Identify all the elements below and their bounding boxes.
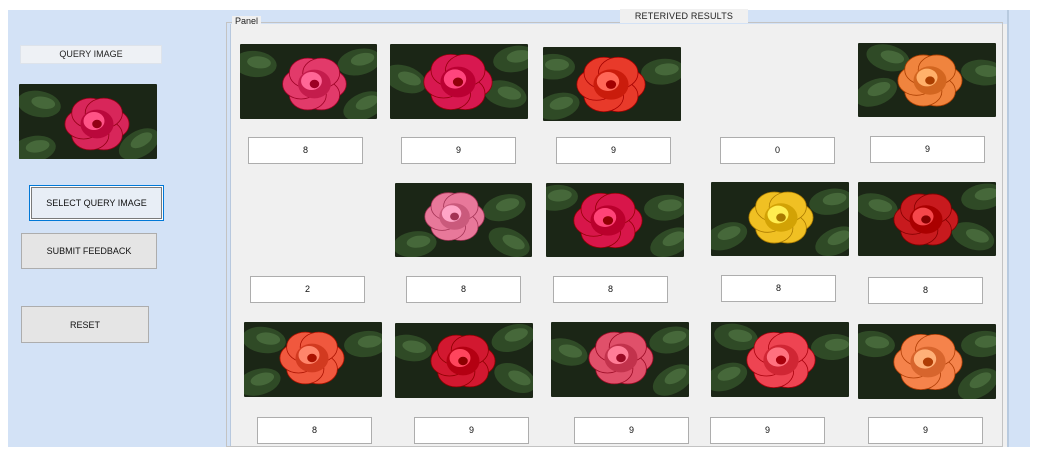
score-field-13[interactable]: 9 [574,417,689,444]
result-image-3 [543,47,681,121]
rose-photo-icon [19,84,157,159]
query-image-label: QUERY IMAGE [20,45,162,64]
query-image [19,84,157,159]
result-image-7 [395,183,532,257]
score-field-9[interactable]: 8 [721,275,836,302]
submit-feedback-button[interactable]: SUBMIT FEEDBACK [21,233,157,269]
result-image-10 [858,182,996,256]
rose-photo-icon [395,183,532,257]
rose-photo-icon [395,323,533,398]
rose-photo-icon [858,182,996,256]
rose-photo-icon [244,322,382,397]
window-edge [1007,10,1009,447]
result-image-12 [395,323,533,398]
score-field-4[interactable]: 0 [720,137,835,164]
score-field-5[interactable]: 9 [870,136,985,163]
score-field-6[interactable]: 2 [250,276,365,303]
result-image-2 [390,44,528,119]
reset-button[interactable]: RESET [21,306,149,343]
retrieved-results-title: RETERIVED RESULTS [620,9,748,23]
rose-photo-icon [858,324,996,399]
score-field-1[interactable]: 8 [248,137,363,164]
score-field-14[interactable]: 9 [710,417,825,444]
rose-photo-icon [543,47,681,121]
result-image-1 [240,44,377,119]
result-image-15 [858,324,996,399]
rose-photo-icon [711,182,849,256]
score-field-3[interactable]: 9 [556,137,671,164]
result-image-13 [551,322,689,397]
rose-photo-icon [711,322,849,397]
result-image-9 [711,182,849,256]
rose-photo-icon [240,44,377,119]
score-field-12[interactable]: 9 [414,417,529,444]
result-image-8 [546,183,684,257]
result-image-11 [244,322,382,397]
result-image-14 [711,322,849,397]
rose-photo-icon [390,44,528,119]
rose-photo-icon [858,43,996,117]
score-field-8[interactable]: 8 [553,276,668,303]
score-field-7[interactable]: 8 [406,276,521,303]
score-field-15[interactable]: 9 [868,417,983,444]
rose-photo-icon [546,183,684,257]
result-image-5 [858,43,996,117]
select-query-image-button[interactable]: SELECT QUERY IMAGE [29,185,164,221]
score-field-2[interactable]: 9 [401,137,516,164]
panel-title: Panel [232,16,262,26]
score-field-11[interactable]: 8 [257,417,372,444]
score-field-10[interactable]: 8 [868,277,983,304]
rose-photo-icon [551,322,689,397]
